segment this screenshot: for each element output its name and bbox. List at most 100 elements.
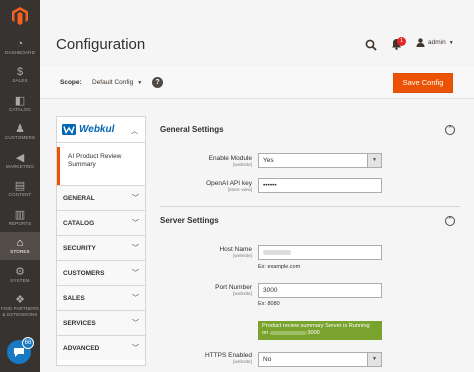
redacted-value <box>263 249 291 255</box>
section-divider <box>160 206 460 207</box>
save-config-button[interactable]: Save Config <box>393 73 453 93</box>
menu-item-label: Sales <box>12 78 28 83</box>
tab-group-label: SECURITY <box>63 244 96 252</box>
tab-group-label: ADVANCED <box>63 344 100 352</box>
tab-ai-product-review-summary[interactable]: AI Product Review Summary <box>57 147 145 185</box>
tab-group-customers[interactable]: CUSTOMERS ﹀ <box>57 260 145 285</box>
dropdown-arrow-icon: ▼ <box>367 353 381 366</box>
enable-module-scope: [website] <box>233 163 252 168</box>
page-title: Configuration <box>56 36 146 53</box>
menu-item-system[interactable]: ⚙ System <box>0 260 40 289</box>
user-menu[interactable]: admin ▼ <box>416 38 454 47</box>
scope-help-icon[interactable]: ? <box>152 77 163 88</box>
host-name-input[interactable] <box>258 245 382 260</box>
bar-chart-icon: ▥ <box>14 208 26 221</box>
status-line-1: Product review summary Server is Running <box>262 323 370 329</box>
chat-badge: 66 <box>22 337 34 349</box>
menu-item-stores[interactable]: ⌂ Stores <box>0 231 40 260</box>
config-tabs: Webkul ︿ AI Product Review Summary GENER… <box>56 116 146 366</box>
general-settings-heading[interactable]: General Settings <box>160 125 460 137</box>
gear-icon: ⚙ <box>15 265 25 278</box>
server-status-message: Product review summary Server is Running… <box>258 321 382 340</box>
port-number-note: Ex: 8080 <box>258 301 280 307</box>
chevron-down-icon: ▼ <box>448 39 454 46</box>
scope-value: Default Config <box>92 79 134 86</box>
chevron-down-icon: ﹀ <box>132 320 139 327</box>
person-icon: ♟ <box>15 123 25 135</box>
scope-label: Scope: <box>60 79 82 86</box>
port-number-scope: [website] <box>233 292 252 297</box>
enable-module-value: Yes <box>263 157 274 164</box>
menu-item-label: Marketing <box>5 163 35 169</box>
menu-item-marketing[interactable]: ◀ Marketing <box>0 146 40 175</box>
tab-group-label: CATALOG <box>63 219 95 227</box>
server-settings-heading[interactable]: Server Settings <box>160 216 460 228</box>
tab-group-sales[interactable]: SALES ﹀ <box>57 285 145 310</box>
menu-item-sales[interactable]: $ Sales <box>0 61 40 90</box>
tab-webkul[interactable]: Webkul ︿ <box>57 117 145 143</box>
host-name-note: Ex: example.com <box>258 264 301 270</box>
chat-icon <box>14 348 24 357</box>
admin-menu: ◔ Dashboard $ Sales ◧ Catalog ♟ Customers ◀ Marke… <box>0 0 40 372</box>
menu-item-dashboard[interactable]: ◔ Dashboard <box>0 32 40 61</box>
host-name-scope: [website] <box>233 254 252 259</box>
menu-item-label: Find Partners & Extensions <box>1 306 39 317</box>
collapse-icon[interactable]: ⌃ <box>445 216 455 226</box>
api-key-input[interactable]: •••••• <box>258 178 382 193</box>
port-number-input[interactable]: 3000 <box>258 283 382 298</box>
api-key-label: OpenAI API key <box>206 180 252 187</box>
tab-group-services[interactable]: SERVICES ﹀ <box>57 310 145 335</box>
menu-item-label: Reports <box>8 220 32 226</box>
menu-item-label: Customers <box>4 135 36 140</box>
user-name: admin <box>428 39 446 46</box>
enable-module-select[interactable]: Yes ▼ <box>258 153 382 168</box>
tab-brand-label: Webkul <box>79 124 115 135</box>
host-name-label: Host Name <box>219 246 252 253</box>
dashboard-icon: ◔ <box>16 37 24 50</box>
tab-group-security[interactable]: SECURITY ﹀ <box>57 235 145 260</box>
menu-item-label: Content <box>8 192 32 197</box>
tab-group-advanced[interactable]: ADVANCED ﹀ <box>57 335 145 360</box>
redacted-host <box>269 330 306 335</box>
https-enabled-select[interactable]: No ▼ <box>258 352 382 367</box>
api-key-scope: [store view] <box>227 188 252 193</box>
menu-item-find[interactable]: ❖ Find Partners & Extensions <box>0 289 40 323</box>
cubes-icon: ❖ <box>15 294 25 306</box>
content-icon: ▤ <box>14 180 26 192</box>
tab-group-catalog[interactable]: CATALOG ﹀ <box>57 210 145 235</box>
search-icon <box>365 39 377 51</box>
store-icon: ⌂ <box>16 237 24 249</box>
scope-switcher[interactable]: Default Config ▼ <box>92 79 142 86</box>
chevron-down-icon: ﹀ <box>132 295 139 302</box>
menu-item-label: Stores <box>10 249 30 254</box>
menu-item-label: Dashboard <box>5 49 35 55</box>
port-number-label: Port Number <box>215 284 252 291</box>
menu-item-content[interactable]: ▤ Content <box>0 175 40 204</box>
chevron-down-icon: ﹀ <box>132 245 139 252</box>
chevron-down-icon: ﹀ <box>132 345 139 352</box>
chevron-down-icon: ﹀ <box>132 195 139 202</box>
megaphone-icon: ◀ <box>15 151 25 164</box>
webkul-logo-icon <box>62 124 76 135</box>
chevron-down-icon: ▼ <box>137 79 143 86</box>
menu-item-reports[interactable]: ▥ Reports <box>0 203 40 232</box>
menu-item-catalog[interactable]: ◧ Catalog <box>0 89 40 118</box>
search-button[interactable] <box>365 38 377 56</box>
dollar-icon: $ <box>16 66 24 78</box>
status-line-2: on :3000 <box>262 330 320 336</box>
collapse-icon[interactable]: ⌃ <box>445 125 455 135</box>
box-icon: ◧ <box>14 94 26 107</box>
magento-logo-icon <box>12 7 28 25</box>
https-enabled-label: HTTPS Enabled <box>205 352 252 359</box>
menu-item-customers[interactable]: ♟ Customers <box>0 118 40 147</box>
magento-logo[interactable] <box>0 0 40 32</box>
user-icon <box>416 38 425 47</box>
tab-group-label: SALES <box>63 294 85 302</box>
https-enabled-scope: [website] <box>233 360 252 365</box>
menu-item-label: System <box>10 277 30 283</box>
menu-item-label: Catalog <box>9 106 31 112</box>
scope-bar: Scope: Default Config ▼ ? Save Config <box>40 66 474 99</box>
tab-group-general[interactable]: GENERAL ﹀ <box>57 185 145 210</box>
tab-group-label: CUSTOMERS <box>63 269 105 277</box>
dropdown-arrow-icon: ▼ <box>367 154 381 167</box>
